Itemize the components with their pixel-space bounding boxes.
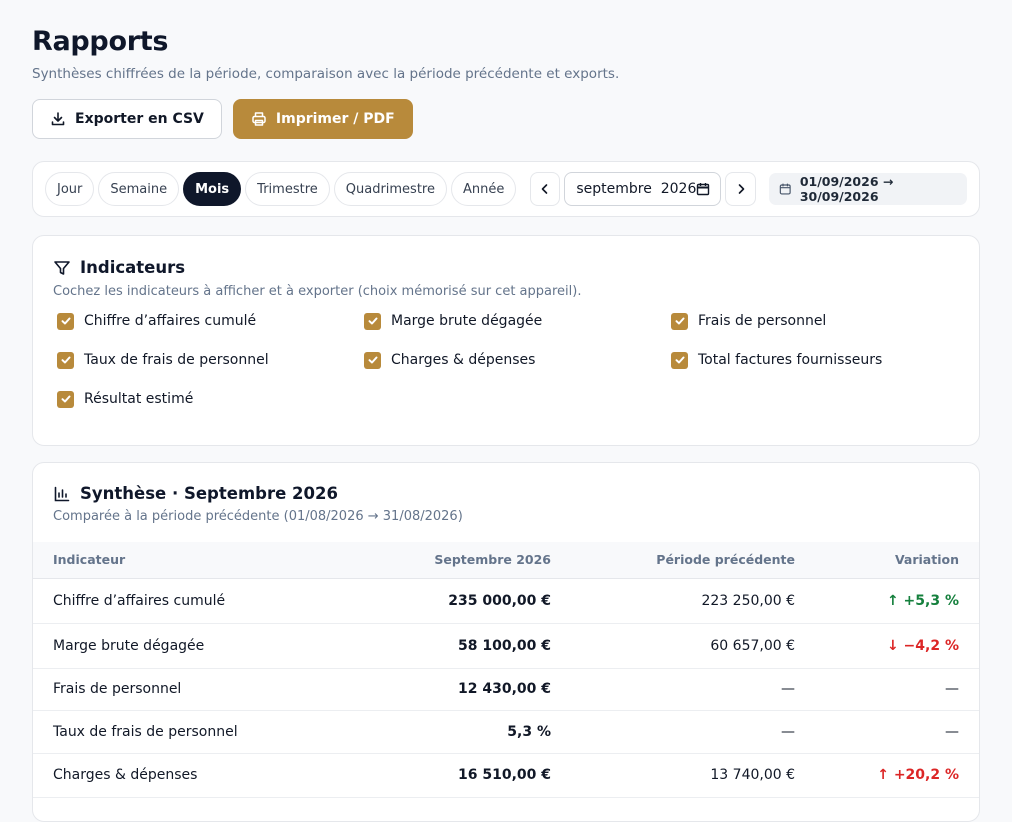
summary-heading: Synthèse · Septembre 2026 xyxy=(53,484,959,503)
indicators-card: Indicateurs Cochez les indicateurs à aff… xyxy=(32,235,980,446)
checkmark-icon xyxy=(61,395,70,403)
previous-value: 60 657,00 € xyxy=(571,623,815,669)
indicator-checkbox-resultat[interactable]: Résultat estimé xyxy=(57,389,364,409)
print-pdf-button[interactable]: Imprimer / PDF xyxy=(232,99,413,139)
table-row: Marge brute dégagée 58 100,00 € 60 657,0… xyxy=(33,623,979,669)
month-picker-input[interactable]: septembre 2026 xyxy=(564,172,722,206)
previous-period-button[interactable] xyxy=(529,172,561,206)
action-bar: Exporter en CSV Imprimer / PDF xyxy=(32,99,980,139)
current-value: 58 100,00 € xyxy=(381,623,571,669)
chevron-left-icon xyxy=(541,184,548,194)
table-row: Chiffre d’affaires cumulé 235 000,00 € 2… xyxy=(33,578,979,624)
checkbox-checked[interactable] xyxy=(364,312,381,330)
column-header[interactable]: Septembre 2026 xyxy=(381,542,571,579)
next-period-button[interactable] xyxy=(725,172,756,206)
date-range-badge: 01/09/2026 → 30/09/2026 xyxy=(769,173,967,205)
filter-icon xyxy=(54,260,70,275)
indicator-checkbox-frais-personnel[interactable]: Frais de personnel xyxy=(671,311,971,331)
checkbox-checked[interactable] xyxy=(671,351,688,369)
table-row: Charges & dépenses 16 510,00 € 13 740,00… xyxy=(33,753,979,798)
period-filter-bar: Jour Semaine Mois Trimestre Quadrimestre… xyxy=(32,161,980,217)
indicator-label: Charges & dépenses xyxy=(391,352,536,368)
export-csv-label: Exporter en CSV xyxy=(75,111,204,127)
variation-value: ↑ +5,3 % xyxy=(815,578,979,624)
checkmark-icon xyxy=(675,356,684,364)
indicators-title: Indicateurs xyxy=(80,258,186,277)
indicator-checkbox-marge-brute[interactable]: Marge brute dégagée xyxy=(364,311,671,331)
calendar-icon[interactable] xyxy=(696,182,710,196)
indicator-name: Marge brute dégagée xyxy=(33,623,381,669)
previous-value: — xyxy=(571,668,815,711)
checkbox-checked[interactable] xyxy=(57,351,74,369)
checkbox-checked[interactable] xyxy=(671,312,688,330)
period-option-quadrimestre[interactable]: Quadrimestre xyxy=(333,172,447,206)
indicator-label: Total factures fournisseurs xyxy=(698,352,883,368)
printer-icon xyxy=(252,112,266,126)
period-option-mois[interactable]: Mois xyxy=(183,172,242,206)
table-row: Frais de personnel 12 430,00 € — — xyxy=(33,668,979,711)
indicator-name: Chiffre d’affaires cumulé xyxy=(33,578,381,624)
previous-value: — xyxy=(571,710,815,754)
current-value: 12 430,00 € xyxy=(381,668,571,711)
period-option-annee[interactable]: Année xyxy=(451,172,517,206)
checkmark-icon xyxy=(368,356,377,364)
column-header[interactable]: Variation xyxy=(815,542,979,579)
indicator-checkbox-factures-fournisseurs[interactable]: Total factures fournisseurs xyxy=(671,350,971,370)
indicator-checkbox-taux-frais[interactable]: Taux de frais de personnel xyxy=(57,350,364,370)
variation-value: — xyxy=(815,710,979,754)
variation-value: ↑ +20,2 % xyxy=(815,753,979,798)
checkbox-checked[interactable] xyxy=(364,351,381,369)
indicator-label: Résultat estimé xyxy=(84,391,194,407)
indicator-name: Frais de personnel xyxy=(33,668,381,711)
checkmark-icon xyxy=(61,356,70,364)
table-row: Taux de frais de personnel 5,3 % — — xyxy=(33,710,979,754)
summary-card: Synthèse · Septembre 2026 Comparée à la … xyxy=(32,462,980,822)
export-csv-button[interactable]: Exporter en CSV xyxy=(32,99,222,139)
variation-value: ↓ −4,2 % xyxy=(815,623,979,669)
indicator-label: Frais de personnel xyxy=(698,313,827,329)
checkbox-checked[interactable] xyxy=(57,312,74,330)
current-value: 5,3 % xyxy=(381,710,571,754)
reports-page: Rapports Synthèses chiffrées de la pério… xyxy=(0,0,1012,822)
previous-value: 13 740,00 € xyxy=(571,753,815,798)
checkbox-checked[interactable] xyxy=(57,390,74,408)
variation-value: — xyxy=(815,668,979,711)
indicators-subtitle: Cochez les indicateurs à afficher et à e… xyxy=(53,284,582,299)
page-title: Rapports xyxy=(32,26,169,57)
indicator-checkbox-charges[interactable]: Charges & dépenses xyxy=(364,350,671,370)
date-range-text: 01/09/2026 → 30/09/2026 xyxy=(799,174,894,204)
indicator-label: Chiffre d’affaires cumulé xyxy=(84,313,257,329)
previous-value: 223 250,00 € xyxy=(571,578,815,624)
month-picker-value: septembre 2026 xyxy=(576,181,697,197)
indicator-label: Taux de frais de personnel xyxy=(84,352,269,368)
page-subtitle: Synthèses chiffrées de la période, compa… xyxy=(32,66,620,82)
print-pdf-label: Imprimer / PDF xyxy=(275,111,395,127)
checkmark-icon xyxy=(675,317,684,325)
calendar-icon xyxy=(780,183,792,195)
bar-chart-icon xyxy=(54,486,70,501)
download-icon xyxy=(51,112,65,126)
current-value: 16 510,00 € xyxy=(381,753,571,798)
indicator-checkbox-chiffre-affaires[interactable]: Chiffre d’affaires cumulé xyxy=(57,311,364,331)
summary-subtitle: Comparée à la période précédente (01/08/… xyxy=(53,509,463,524)
chevron-right-icon xyxy=(738,184,744,194)
period-option-jour[interactable]: Jour xyxy=(45,172,95,206)
summary-table: Indicateur Septembre 2026 Période précéd… xyxy=(33,542,979,798)
current-value: 235 000,00 € xyxy=(381,578,571,624)
column-header[interactable]: Indicateur xyxy=(33,542,381,579)
checkmark-icon xyxy=(368,317,377,325)
period-option-semaine[interactable]: Semaine xyxy=(98,172,180,206)
period-option-trimestre[interactable]: Trimestre xyxy=(245,172,330,206)
indicators-heading: Indicateurs xyxy=(53,258,959,277)
checkmark-icon xyxy=(61,317,70,325)
indicator-checklist: Chiffre d’affaires cumulé Marge brute dé… xyxy=(53,311,959,409)
table-header-row: Indicateur Septembre 2026 Période précéd… xyxy=(33,542,979,579)
summary-title: Synthèse · Septembre 2026 xyxy=(80,484,338,503)
indicator-name: Taux de frais de personnel xyxy=(33,710,381,754)
indicator-name: Charges & dépenses xyxy=(33,753,381,798)
column-header[interactable]: Période précédente xyxy=(571,542,815,579)
indicator-label: Marge brute dégagée xyxy=(391,313,543,329)
